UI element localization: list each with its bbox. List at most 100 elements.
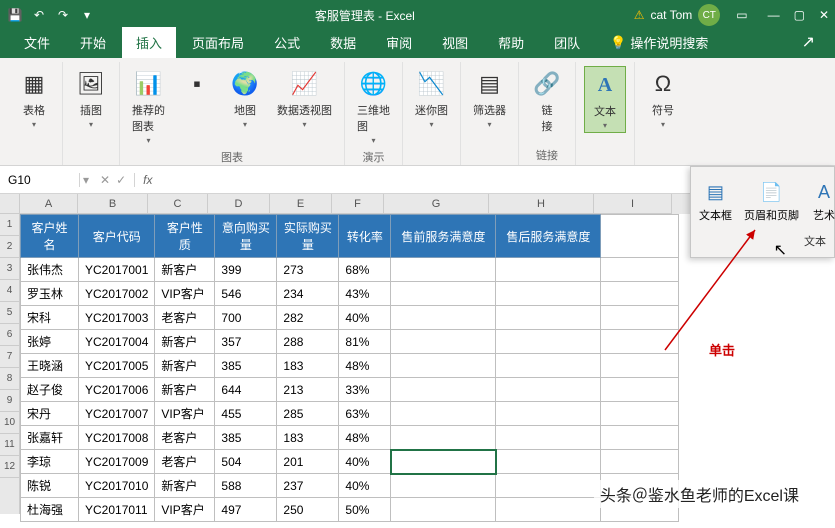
cell[interactable]: 288: [277, 330, 339, 354]
save-icon[interactable]: 💾: [6, 6, 24, 24]
cell[interactable]: [391, 354, 496, 378]
cell[interactable]: 王晓涵: [21, 354, 79, 378]
ribbon-3dmap[interactable]: 🌐三维地图▾: [353, 66, 394, 147]
col-head-E[interactable]: E: [270, 194, 332, 214]
cell[interactable]: 新客户: [155, 474, 215, 498]
tab-开始[interactable]: 开始: [66, 27, 120, 58]
col-head-C[interactable]: C: [148, 194, 208, 214]
user-name[interactable]: cat Tom: [650, 8, 692, 22]
ribbon-display-icon[interactable]: ▭: [736, 8, 747, 22]
cell[interactable]: 新客户: [155, 378, 215, 402]
cell[interactable]: 罗玉林: [21, 282, 79, 306]
col-head-I[interactable]: I: [594, 194, 672, 214]
cell[interactable]: [601, 402, 679, 426]
minimize-icon[interactable]: ―: [768, 8, 780, 22]
cell[interactable]: [496, 378, 601, 402]
cell[interactable]: [391, 306, 496, 330]
text-dropdown-页眉和页脚[interactable]: 📄页眉和页脚: [740, 175, 803, 227]
header-cell[interactable]: 售后服务满意度: [496, 215, 601, 258]
cell[interactable]: 老客户: [155, 450, 215, 474]
cell[interactable]: [601, 258, 679, 282]
row-head-3[interactable]: 3: [0, 258, 19, 280]
avatar[interactable]: CT: [698, 4, 720, 26]
header-cell[interactable]: [601, 215, 679, 258]
cell[interactable]: [391, 426, 496, 450]
cell[interactable]: [601, 378, 679, 402]
cell[interactable]: 老客户: [155, 426, 215, 450]
cell[interactable]: [496, 306, 601, 330]
cell[interactable]: YC2017002: [79, 282, 155, 306]
cell[interactable]: [391, 450, 496, 474]
tab-公式[interactable]: 公式: [260, 27, 314, 58]
row-head-5[interactable]: 5: [0, 302, 19, 324]
header-cell[interactable]: 转化率: [339, 215, 391, 258]
name-box[interactable]: G10: [0, 173, 80, 187]
tab-插入[interactable]: 插入: [122, 27, 176, 58]
cell[interactable]: 48%: [339, 426, 391, 450]
cell[interactable]: 赵子俊: [21, 378, 79, 402]
cell[interactable]: VIP客户: [155, 402, 215, 426]
cell[interactable]: 81%: [339, 330, 391, 354]
cell[interactable]: [496, 258, 601, 282]
header-cell[interactable]: 客户性质: [155, 215, 215, 258]
cell[interactable]: [496, 426, 601, 450]
text-dropdown-文本框[interactable]: ▤文本框: [695, 175, 736, 227]
header-cell[interactable]: 售前服务满意度: [391, 215, 496, 258]
cell[interactable]: 183: [277, 354, 339, 378]
cell[interactable]: 40%: [339, 450, 391, 474]
cell[interactable]: 63%: [339, 402, 391, 426]
col-head-F[interactable]: F: [332, 194, 384, 214]
cell[interactable]: 455: [215, 402, 277, 426]
cell[interactable]: 644: [215, 378, 277, 402]
tell-me-search[interactable]: 💡操作说明搜索: [596, 27, 722, 58]
cell[interactable]: 33%: [339, 378, 391, 402]
tab-文件[interactable]: 文件: [10, 27, 64, 58]
cell[interactable]: [601, 282, 679, 306]
row-head-12[interactable]: 12: [0, 456, 19, 478]
cell[interactable]: [496, 402, 601, 426]
cell[interactable]: 宋丹: [21, 402, 79, 426]
cell[interactable]: 234: [277, 282, 339, 306]
cell[interactable]: YC2017005: [79, 354, 155, 378]
close-icon[interactable]: ✕: [819, 8, 829, 22]
cell[interactable]: YC2017009: [79, 450, 155, 474]
cell[interactable]: 213: [277, 378, 339, 402]
row-head-1[interactable]: 1: [0, 214, 19, 236]
cell[interactable]: [391, 258, 496, 282]
cell[interactable]: YC2017004: [79, 330, 155, 354]
cell[interactable]: 新客户: [155, 330, 215, 354]
cell[interactable]: 张伟杰: [21, 258, 79, 282]
col-head-D[interactable]: D: [208, 194, 270, 214]
cell[interactable]: 新客户: [155, 258, 215, 282]
cell[interactable]: 宋科: [21, 306, 79, 330]
cell[interactable]: 杜海强: [21, 498, 79, 522]
ribbon-text[interactable]: A文本▾: [584, 66, 626, 133]
fx-cancel-icon[interactable]: ✕: [100, 173, 110, 187]
redo-icon[interactable]: ↷: [54, 6, 72, 24]
cell[interactable]: YC2017006: [79, 378, 155, 402]
cell[interactable]: [601, 330, 679, 354]
cell[interactable]: [496, 498, 601, 522]
cell[interactable]: 282: [277, 306, 339, 330]
namebox-dd-icon[interactable]: ▾: [80, 173, 92, 187]
cell[interactable]: YC2017003: [79, 306, 155, 330]
cell[interactable]: [601, 306, 679, 330]
cell[interactable]: [391, 402, 496, 426]
ribbon-links[interactable]: 🔗链接: [527, 66, 567, 136]
cell[interactable]: [601, 354, 679, 378]
ribbon-maps[interactable]: 🌍地图▾: [225, 66, 265, 131]
cell[interactable]: YC2017010: [79, 474, 155, 498]
cell[interactable]: YC2017001: [79, 258, 155, 282]
qat-dd-icon[interactable]: ▾: [78, 6, 96, 24]
cell[interactable]: 385: [215, 426, 277, 450]
ribbon-pivotchart[interactable]: 📈数据透视图▾: [273, 66, 336, 131]
cell[interactable]: 43%: [339, 282, 391, 306]
ribbon-symbols[interactable]: Ω符号▾: [643, 66, 683, 131]
cell[interactable]: 385: [215, 354, 277, 378]
cell[interactable]: VIP客户: [155, 498, 215, 522]
cell[interactable]: 497: [215, 498, 277, 522]
share-icon[interactable]: ↗: [792, 26, 825, 58]
cell[interactable]: [391, 378, 496, 402]
row-head-10[interactable]: 10: [0, 412, 19, 434]
cell[interactable]: 273: [277, 258, 339, 282]
